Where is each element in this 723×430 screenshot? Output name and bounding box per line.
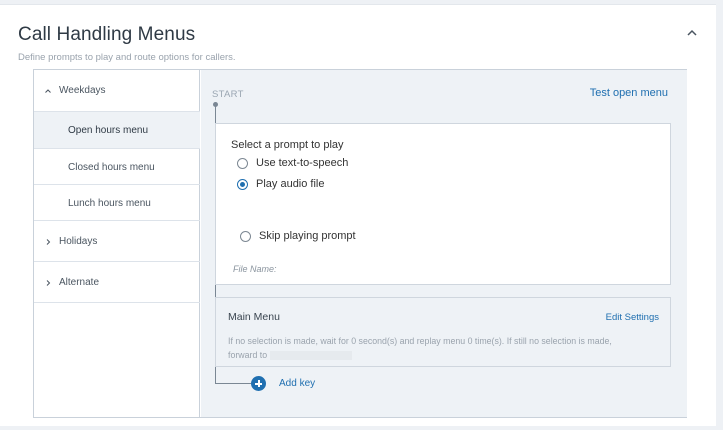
menu-sidebar: Weekdays Open hours menu Closed hours me…	[34, 70, 200, 417]
main-menu-description: If no selection is made, wait for 0 seco…	[228, 334, 666, 362]
menu-editor: START Test open menu Select a prompt to …	[201, 70, 687, 417]
add-key-label: Add key	[279, 378, 316, 389]
flow-start-dot	[213, 102, 218, 107]
sidebar-group-holidays[interactable]: Holidays	[34, 221, 200, 262]
description-line: If no selection is made, wait for 0 seco…	[228, 336, 612, 346]
menus-panel: Weekdays Open hours menu Closed hours me…	[33, 69, 687, 418]
main-menu-box: Main Menu Edit Settings If no selection …	[215, 297, 671, 367]
sidebar-group-label: Weekdays	[59, 85, 106, 96]
sidebar-item-open-hours[interactable]: Open hours menu	[34, 112, 200, 149]
main-menu-title: Main Menu	[228, 311, 280, 323]
sidebar-group-label: Alternate	[59, 277, 100, 288]
flow-branch-line	[215, 383, 251, 384]
start-label: START	[212, 89, 244, 100]
radio-play-audio-file[interactable]: Play audio file	[237, 177, 325, 191]
prompt-settings-box: Select a prompt to play Use text-to-spee…	[215, 123, 671, 285]
chevron-right-icon	[46, 239, 51, 245]
radio-text-to-speech[interactable]: Use text-to-speech	[237, 156, 348, 170]
radio-label: Skip playing prompt	[259, 230, 356, 242]
chevron-up-icon	[687, 29, 697, 36]
page-title: Call Handling Menus	[18, 24, 196, 45]
sidebar-item-label: Closed hours menu	[68, 162, 155, 173]
description-line: forward to	[228, 350, 268, 360]
radio-skip-prompt[interactable]: Skip playing prompt	[240, 229, 356, 243]
sidebar-item-label: Open hours menu	[68, 125, 149, 136]
radio-label: Use text-to-speech	[256, 157, 349, 169]
sidebar-item-lunch-hours[interactable]: Lunch hours menu	[34, 185, 200, 221]
call-handling-card: Call Handling Menus Define prompts to pl…	[0, 4, 716, 426]
radio-button-selected[interactable]	[237, 178, 248, 190]
sidebar-item-closed-hours[interactable]: Closed hours menu	[34, 149, 200, 185]
sidebar-item-label: Lunch hours menu	[68, 198, 151, 209]
file-name-label: File Name:	[233, 264, 277, 274]
test-open-menu-link[interactable]: Test open menu	[590, 87, 668, 99]
radio-button[interactable]	[237, 157, 248, 169]
chevron-up-icon	[45, 89, 51, 93]
chevron-right-icon	[46, 280, 51, 286]
forward-target-redacted	[269, 351, 352, 361]
sidebar-group-label: Holidays	[59, 236, 98, 247]
page-subtitle: Define prompts to play and route options…	[18, 52, 236, 63]
collapse-section-button[interactable]	[684, 25, 700, 41]
sidebar-group-alternate[interactable]: Alternate	[34, 262, 200, 303]
add-key-button[interactable]: Add key	[251, 376, 315, 391]
sidebar-group-weekdays[interactable]: Weekdays	[34, 70, 200, 112]
edit-settings-link[interactable]: Edit Settings	[606, 312, 659, 323]
radio-button[interactable]	[240, 230, 251, 242]
plus-circle-icon	[251, 376, 266, 391]
prompt-heading: Select a prompt to play	[231, 139, 344, 151]
radio-label: Play audio file	[256, 178, 325, 190]
